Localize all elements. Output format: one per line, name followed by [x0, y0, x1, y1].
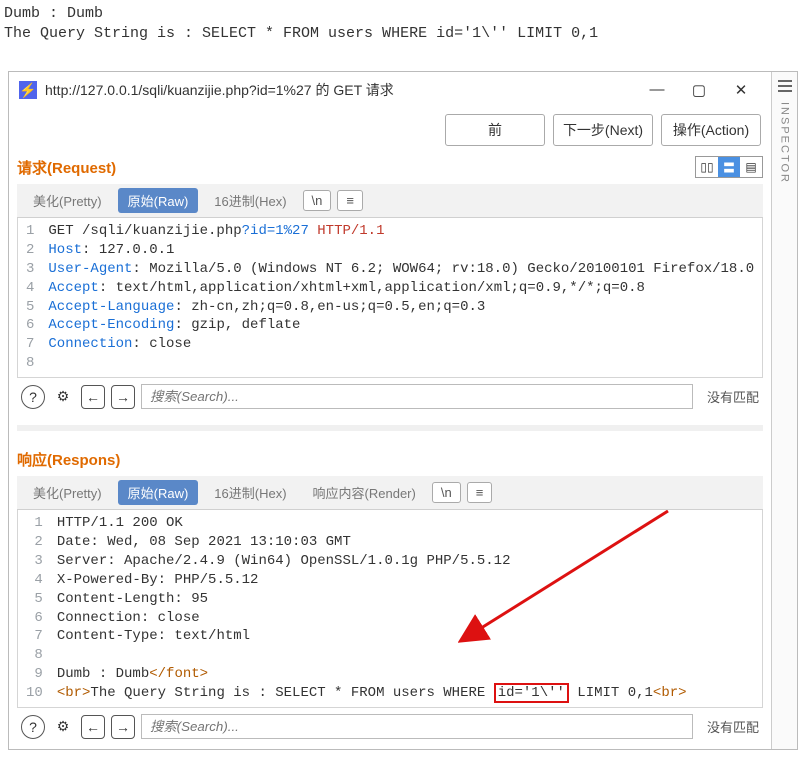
no-match-label: 没有匹配 [699, 717, 759, 736]
search-input[interactable] [141, 714, 693, 739]
output-line-2: The Query String is : SELECT * FROM user… [4, 24, 802, 44]
app-icon: ⚡ [19, 81, 37, 99]
tab-hex[interactable]: 16进制(Hex) [204, 480, 296, 505]
request-search-bar: ? ⚙ ← → 没有匹配 [17, 378, 763, 411]
response-search-bar: ? ⚙ ← → 没有匹配 [17, 708, 763, 741]
search-prev-button[interactable]: ← [81, 715, 105, 739]
inspector-sidebar[interactable]: INSPECTOR [771, 72, 797, 749]
response-title: 响应(Respons) [17, 449, 120, 470]
response-line-numbers: 12345678910 [18, 510, 51, 707]
request-pane: 请求(Request) ▯▯ 〓 ▤ 美化(Pretty) 原始(Raw) 16… [17, 152, 763, 411]
request-tabbar: 美化(Pretty) 原始(Raw) 16进制(Hex) \n ≡ [17, 184, 763, 218]
maximize-button[interactable]: ▢ [685, 81, 713, 99]
response-pane: 响应(Respons) 美化(Pretty) 原始(Raw) 16进制(Hex)… [17, 445, 763, 741]
close-button[interactable]: ✕ [727, 81, 755, 99]
pane-divider[interactable] [17, 425, 763, 431]
tab-pretty[interactable]: 美化(Pretty) [23, 188, 112, 213]
tab-pretty[interactable]: 美化(Pretty) [23, 480, 112, 505]
tab-hex[interactable]: 16进制(Hex) [204, 188, 296, 213]
tab-raw[interactable]: 原始(Raw) [118, 188, 199, 213]
help-button[interactable]: ? [21, 715, 45, 739]
request-view-mode[interactable]: ▯▯ 〓 ▤ [695, 156, 763, 178]
prev-button[interactable]: 前 [445, 114, 545, 146]
tab-newline[interactable]: \n [432, 482, 461, 503]
search-next-button[interactable]: → [111, 385, 135, 409]
gear-icon[interactable]: ⚙ [51, 715, 75, 739]
window-title: http://127.0.0.1/sqli/kuanzijie.php?id=1… [45, 80, 635, 100]
no-match-label: 没有匹配 [699, 387, 759, 406]
view-stack-icon[interactable]: 〓 [718, 157, 740, 177]
action-button[interactable]: 操作(Action) [661, 114, 761, 146]
tab-render[interactable]: 响应内容(Render) [303, 480, 426, 505]
gear-icon[interactable]: ⚙ [51, 385, 75, 409]
response-body[interactable]: 12345678910 HTTP/1.1 200 OK Date: Wed, 0… [17, 510, 763, 708]
output-line-1: Dumb : Dumb [4, 4, 802, 24]
request-line-numbers: 12345678 [18, 218, 42, 377]
response-tabbar: 美化(Pretty) 原始(Raw) 16进制(Hex) 响应内容(Render… [17, 476, 763, 510]
minimize-button[interactable]: — [643, 81, 671, 99]
request-title: 请求(Request) [17, 157, 116, 178]
help-button[interactable]: ? [21, 385, 45, 409]
top-action-bar: 前 下一步(Next) 操作(Action) [9, 108, 771, 152]
next-button[interactable]: 下一步(Next) [553, 114, 653, 146]
view-list-icon[interactable]: ▤ [740, 157, 762, 177]
titlebar: ⚡ http://127.0.0.1/sqli/kuanzijie.php?id… [9, 72, 771, 108]
page-plain-output: Dumb : Dumb The Query String is : SELECT… [0, 0, 806, 71]
search-next-button[interactable]: → [111, 715, 135, 739]
view-side-icon[interactable]: ▯▯ [696, 157, 718, 177]
request-body[interactable]: 12345678 GET /sqli/kuanzijie.php?id=1%27… [17, 218, 763, 378]
search-prev-button[interactable]: ← [81, 385, 105, 409]
search-input[interactable] [141, 384, 693, 409]
http-window: ⚡ http://127.0.0.1/sqli/kuanzijie.php?id… [8, 71, 798, 750]
tab-raw[interactable]: 原始(Raw) [118, 480, 199, 505]
inspector-label: INSPECTOR [779, 102, 791, 184]
tab-menu-icon[interactable]: ≡ [337, 190, 363, 211]
inspector-toggle-icon[interactable] [778, 80, 792, 92]
tab-menu-icon[interactable]: ≡ [467, 482, 493, 503]
tab-newline[interactable]: \n [303, 190, 332, 211]
